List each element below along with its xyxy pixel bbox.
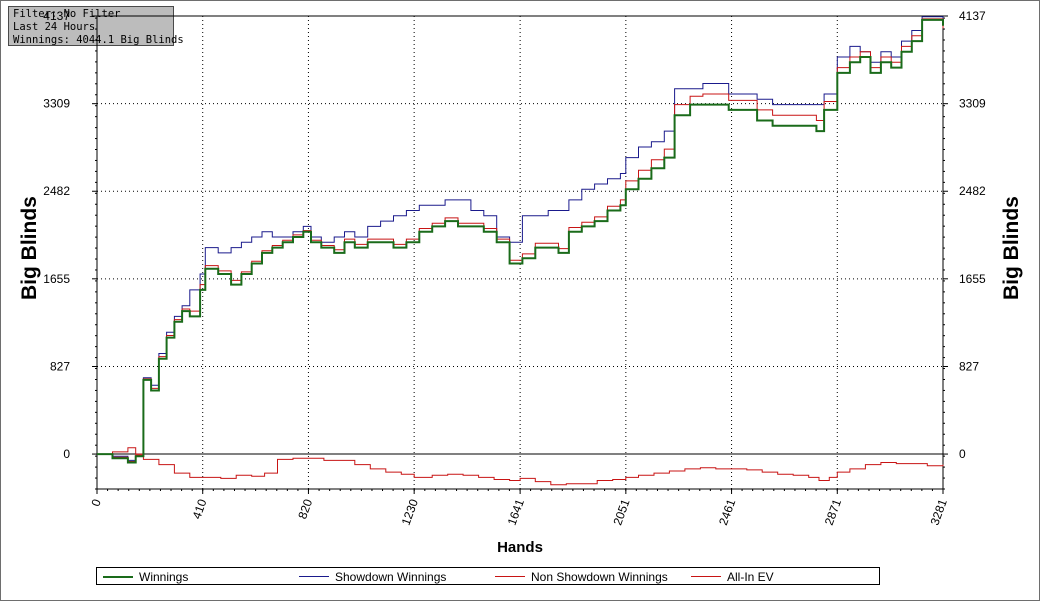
legend-label-allin-ev: All-In EV [727, 570, 774, 584]
x-tick-label: 2051 [610, 497, 632, 527]
y-tick-label-left: 2482 [43, 184, 70, 198]
y-tick-label-right: 2482 [959, 184, 986, 198]
series-line-showdown [97, 16, 944, 461]
legend-label-non-showdown: Non Showdown Winnings [531, 570, 668, 584]
x-tick-label: 3281 [928, 497, 950, 527]
y-tick-label-left: 1655 [43, 272, 70, 286]
y-tick-label-left: 4137 [43, 9, 70, 23]
y-tick-label-right: 0 [959, 447, 966, 461]
legend-swatch-allin-ev [691, 576, 721, 577]
y-tick-label-right: 4137 [959, 9, 986, 23]
series-line-non-showdown [97, 447, 944, 486]
y-tick-label-right: 827 [959, 359, 979, 373]
y-tick-label-right: 1655 [959, 272, 986, 286]
y-tick-label-left: 0 [63, 447, 70, 461]
legend-label-winnings: Winnings [139, 570, 189, 584]
y-axis-label-right: Big Blinds [1000, 196, 1023, 300]
legend-swatch-non-showdown [495, 576, 525, 577]
x-tick-label: 1230 [399, 497, 421, 527]
y-tick-label-left: 827 [50, 359, 70, 373]
x-tick-label: 2461 [716, 497, 738, 527]
y-tick-label-left: 3309 [43, 97, 70, 111]
x-tick-label: 0 [88, 497, 104, 508]
x-tick-label: 410 [190, 497, 210, 521]
x-tick-label: 2871 [822, 497, 844, 527]
x-axis-label: Hands [497, 539, 543, 556]
x-tick-label: 820 [295, 497, 315, 521]
legend-swatch-showdown [299, 576, 329, 577]
x-tick-label: 1641 [505, 497, 527, 527]
y-tick-label-right: 3309 [959, 97, 986, 111]
y-axis-label-left: Big Blinds [18, 196, 41, 300]
legend-label-showdown: Showdown Winnings [335, 570, 447, 584]
legend-swatch-winnings [103, 576, 133, 578]
winnings-graph: 0 0 827 827 1655 1655 2482 2482 3309 3309 4137 4137… [43, 9, 986, 527]
legend: Winnings Showdown Winnings Non Showdown … [96, 567, 880, 585]
